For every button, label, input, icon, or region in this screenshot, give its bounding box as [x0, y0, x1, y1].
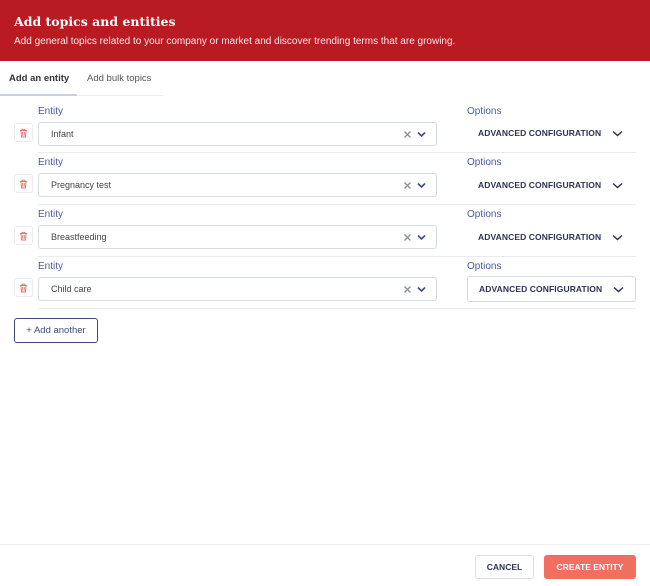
advanced-configuration-button[interactable]: ADVANCED CONFIGURATION: [467, 225, 636, 251]
delete-entity-button[interactable]: [14, 278, 33, 297]
advanced-configuration-label: ADVANCED CONFIGURATION: [479, 284, 603, 294]
cancel-button[interactable]: CANCEL: [475, 555, 534, 579]
chevron-down-icon: [612, 182, 623, 189]
modal-title: Add topics and entities: [14, 14, 176, 29]
entity-label: Entity: [38, 261, 64, 272]
row-divider: [38, 204, 636, 205]
close-icon[interactable]: [403, 285, 412, 294]
options-label: Options: [467, 261, 502, 272]
create-entity-button[interactable]: CREATE ENTITY: [544, 555, 636, 579]
chevron-down-icon: [612, 234, 623, 241]
modal-subtitle: Add general topics related to your compa…: [14, 36, 456, 47]
entity-select-value: Breastfeeding: [51, 232, 107, 242]
entity-select[interactable]: Pregnancy test: [38, 173, 437, 197]
row-divider: [38, 152, 636, 153]
chevron-down-icon[interactable]: [417, 234, 426, 241]
advanced-configuration-button[interactable]: ADVANCED CONFIGURATION: [467, 173, 636, 199]
entity-label: Entity: [38, 106, 64, 117]
active-tab-indicator: [0, 94, 77, 96]
chevron-down-icon: [612, 130, 623, 137]
advanced-configuration-button[interactable]: ADVANCED CONFIGURATION: [467, 121, 636, 147]
advanced-configuration-button[interactable]: ADVANCED CONFIGURATION: [467, 276, 636, 302]
chevron-down-icon: [613, 286, 624, 293]
trash-icon: [20, 283, 27, 292]
close-icon[interactable]: [403, 181, 412, 190]
options-label: Options: [467, 209, 502, 220]
entity-select-value: Infant: [51, 129, 74, 139]
chevron-down-icon[interactable]: [417, 131, 426, 138]
close-icon[interactable]: [403, 130, 412, 139]
delete-entity-button[interactable]: [14, 226, 33, 245]
options-label: Options: [467, 157, 502, 168]
entity-select-value: Pregnancy test: [51, 180, 112, 190]
add-another-button[interactable]: + Add another: [14, 318, 98, 343]
entity-label: Entity: [38, 209, 64, 220]
entity-select[interactable]: Infant: [38, 122, 437, 146]
options-label: Options: [467, 106, 502, 117]
delete-entity-button[interactable]: [14, 123, 33, 142]
entity-label: Entity: [38, 157, 64, 168]
modal-header: Add topics and entities Add general topi…: [0, 0, 650, 61]
chevron-down-icon[interactable]: [417, 182, 426, 189]
row-divider: [38, 308, 636, 309]
trash-icon: [20, 128, 27, 137]
close-icon[interactable]: [403, 233, 412, 242]
tab-bar: Add an entity Add bulk topics: [0, 62, 650, 96]
entity-select[interactable]: Breastfeeding: [38, 225, 437, 249]
advanced-configuration-label: ADVANCED CONFIGURATION: [478, 232, 602, 242]
trash-icon: [20, 231, 27, 240]
entity-select[interactable]: Child care: [38, 277, 437, 301]
footer-divider: [0, 544, 650, 545]
delete-entity-button[interactable]: [14, 174, 33, 193]
tab-divider: [77, 95, 163, 96]
tab-add-bulk-topics[interactable]: Add bulk topics: [87, 62, 151, 96]
row-divider: [38, 256, 636, 257]
trash-icon: [20, 179, 27, 188]
advanced-configuration-label: ADVANCED CONFIGURATION: [478, 180, 602, 190]
entity-select-value: Child care: [51, 284, 92, 294]
advanced-configuration-label: ADVANCED CONFIGURATION: [478, 128, 602, 138]
tab-add-entity[interactable]: Add an entity: [9, 62, 69, 96]
chevron-down-icon[interactable]: [417, 286, 426, 293]
